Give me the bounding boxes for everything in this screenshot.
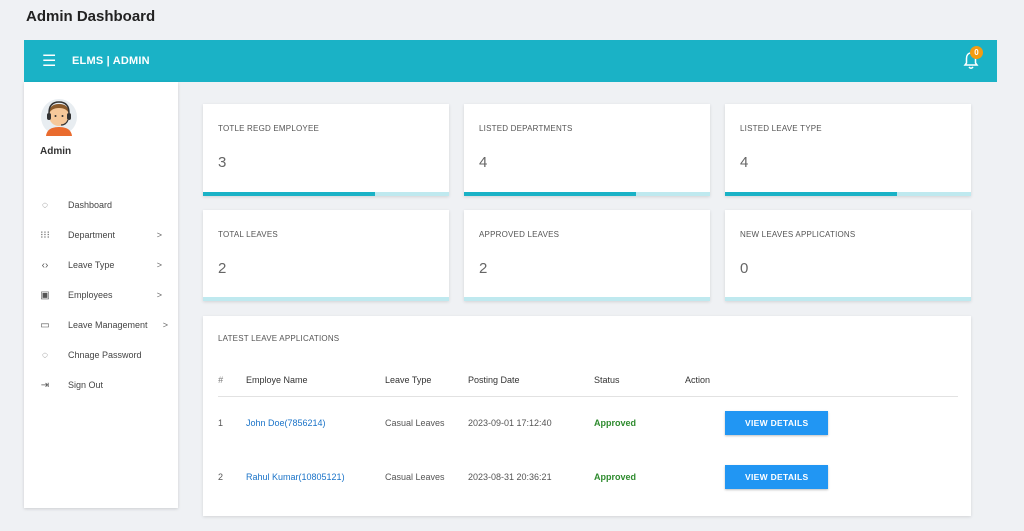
progress-bar bbox=[464, 297, 710, 301]
stat-value: 2 bbox=[479, 260, 488, 277]
status-badge: Approved bbox=[594, 418, 637, 429]
settings-icon: ◌ bbox=[42, 349, 48, 361]
employee-link[interactable]: John Doe(7856214) bbox=[246, 396, 385, 450]
progress-bar bbox=[725, 297, 971, 301]
column-header: Status bbox=[594, 364, 685, 397]
sidebar-item-leave-management[interactable]: ▭ Leave Management > bbox=[24, 310, 178, 340]
table-row: 2 Rahul Kumar(10805121) Casual Leaves 20… bbox=[218, 450, 958, 504]
stat-label: LISTED DEPARTMENTS bbox=[479, 124, 573, 133]
stat-label: TOTAL LEAVES bbox=[218, 230, 278, 239]
posting-date: 2023-09-01 17:12:40 bbox=[468, 418, 552, 429]
latest-applications-card: LATEST LEAVE APPLICATIONS # Employe Name… bbox=[203, 316, 971, 516]
column-header: Posting Date bbox=[468, 364, 594, 397]
sidebar-item-label: Sign Out bbox=[68, 380, 104, 390]
progress-bar bbox=[203, 297, 449, 301]
progress-fill bbox=[203, 297, 449, 301]
sign-out-icon: ⇥ bbox=[40, 379, 50, 391]
stat-value: 4 bbox=[479, 154, 488, 171]
sidebar-item-label: Leave Type bbox=[68, 260, 115, 270]
leave-applications-table: # Employe Name Leave Type Posting Date S… bbox=[218, 364, 958, 504]
status-badge: Approved bbox=[594, 472, 637, 482]
top-navbar: ☰ ELMS | ADMIN 0 bbox=[24, 40, 997, 82]
sidebar-item-label: Dashboard bbox=[68, 200, 113, 210]
action-cell: VIEW DETAILS bbox=[685, 396, 958, 450]
action-cell: VIEW DETAILS bbox=[685, 450, 958, 504]
sidebar-item-leave-type[interactable]: ‹› Leave Type > bbox=[24, 250, 178, 280]
chevron-right-icon: > bbox=[156, 260, 162, 270]
stat-label: NEW LEAVES APPLICATIONS bbox=[740, 230, 856, 239]
admin-name: Admin bbox=[40, 146, 72, 157]
sidebar-item-label: Leave Management bbox=[68, 320, 148, 330]
stat-card-total-leaves: TOTAL LEAVES 2 bbox=[203, 210, 449, 301]
row-number: 1 bbox=[218, 418, 224, 429]
grid-icon: ⁝⁝⁝ bbox=[40, 229, 50, 241]
sidebar-item-label: Chnage Password bbox=[68, 350, 142, 360]
sidebar-item-department[interactable]: ⁝⁝⁝ Department > bbox=[24, 220, 178, 250]
stat-card-new-applications: NEW LEAVES APPLICATIONS 0 bbox=[725, 210, 971, 301]
stat-value: 2 bbox=[218, 260, 227, 277]
view-details-button[interactable]: VIEW DETAILS bbox=[725, 465, 829, 489]
sidebar-item-employees[interactable]: ▣ Employees > bbox=[24, 280, 178, 310]
chevron-right-icon: > bbox=[156, 230, 162, 240]
brand-title[interactable]: ELMS | ADMIN bbox=[72, 55, 150, 67]
stat-label: APPROVED LEAVES bbox=[479, 230, 560, 239]
row-number: 2 bbox=[218, 472, 224, 482]
stat-value: 4 bbox=[740, 154, 749, 171]
column-header: Leave Type bbox=[385, 364, 468, 397]
progress-fill bbox=[464, 192, 637, 196]
progress-fill bbox=[203, 192, 376, 196]
sidebar-item-label: Department bbox=[68, 230, 116, 240]
dashboard-icon: ◌ bbox=[42, 199, 48, 211]
column-header: Action bbox=[685, 364, 958, 397]
stat-card-approved-leaves: APPROVED LEAVES 2 bbox=[464, 210, 710, 301]
notification-badge: 0 bbox=[970, 46, 983, 59]
stat-value: 3 bbox=[218, 154, 227, 171]
sidebar-item-change-password[interactable]: ◌ Chnage Password bbox=[24, 340, 178, 370]
view-details-button[interactable]: VIEW DETAILS bbox=[725, 411, 829, 436]
progress-bar bbox=[203, 192, 449, 196]
stat-label: LISTED LEAVE TYPE bbox=[740, 124, 822, 133]
sidebar-item-dashboard[interactable]: ◌ Dashboard bbox=[24, 190, 178, 220]
latest-applications-title: LATEST LEAVE APPLICATIONS bbox=[218, 334, 340, 343]
code-icon: ‹› bbox=[41, 259, 49, 271]
sidebar-item-sign-out[interactable]: ⇥ Sign Out bbox=[24, 370, 178, 400]
table-header-row: # Employe Name Leave Type Posting Date S… bbox=[218, 364, 958, 397]
posting-date: 2023-08-31 20:36:21 bbox=[468, 472, 552, 482]
stat-card-departments: LISTED DEPARTMENTS 4 bbox=[464, 104, 710, 196]
progress-bar bbox=[464, 192, 710, 196]
chevron-right-icon: > bbox=[162, 320, 168, 330]
sidebar-menu: ◌ Dashboard ⁝⁝⁝ Department > ‹› Leave Ty… bbox=[24, 190, 178, 400]
sidebar-item-label: Employees bbox=[68, 290, 113, 300]
stat-card-employees: TOTLE REGD EMPLOYEE 3 bbox=[203, 104, 449, 196]
column-header: Employe Name bbox=[246, 364, 385, 397]
page-title: Admin Dashboard bbox=[26, 8, 156, 25]
table-row: 1 John Doe(7856214) Casual Leaves 2023-0… bbox=[218, 396, 958, 450]
employee-link[interactable]: Rahul Kumar(10805121) bbox=[246, 450, 385, 504]
leave-type: Casual Leaves bbox=[385, 472, 445, 482]
account-box-icon: ▣ bbox=[40, 289, 50, 301]
hamburger-icon[interactable]: ☰ bbox=[42, 51, 58, 71]
sidebar: Admin ◌ Dashboard ⁝⁝⁝ Department > ‹› Le… bbox=[24, 82, 178, 508]
progress-bar bbox=[725, 192, 971, 196]
stat-value: 0 bbox=[740, 260, 749, 277]
stat-card-leave-types: LISTED LEAVE TYPE 4 bbox=[725, 104, 971, 196]
avatar bbox=[41, 99, 77, 136]
progress-fill bbox=[464, 297, 710, 301]
progress-fill bbox=[725, 192, 898, 196]
chevron-right-icon: > bbox=[156, 290, 162, 300]
progress-fill bbox=[725, 297, 971, 301]
desktop-icon: ▭ bbox=[40, 319, 50, 331]
leave-type: Casual Leaves bbox=[385, 418, 445, 429]
column-header: # bbox=[218, 364, 246, 397]
stat-label: TOTLE REGD EMPLOYEE bbox=[218, 124, 320, 133]
